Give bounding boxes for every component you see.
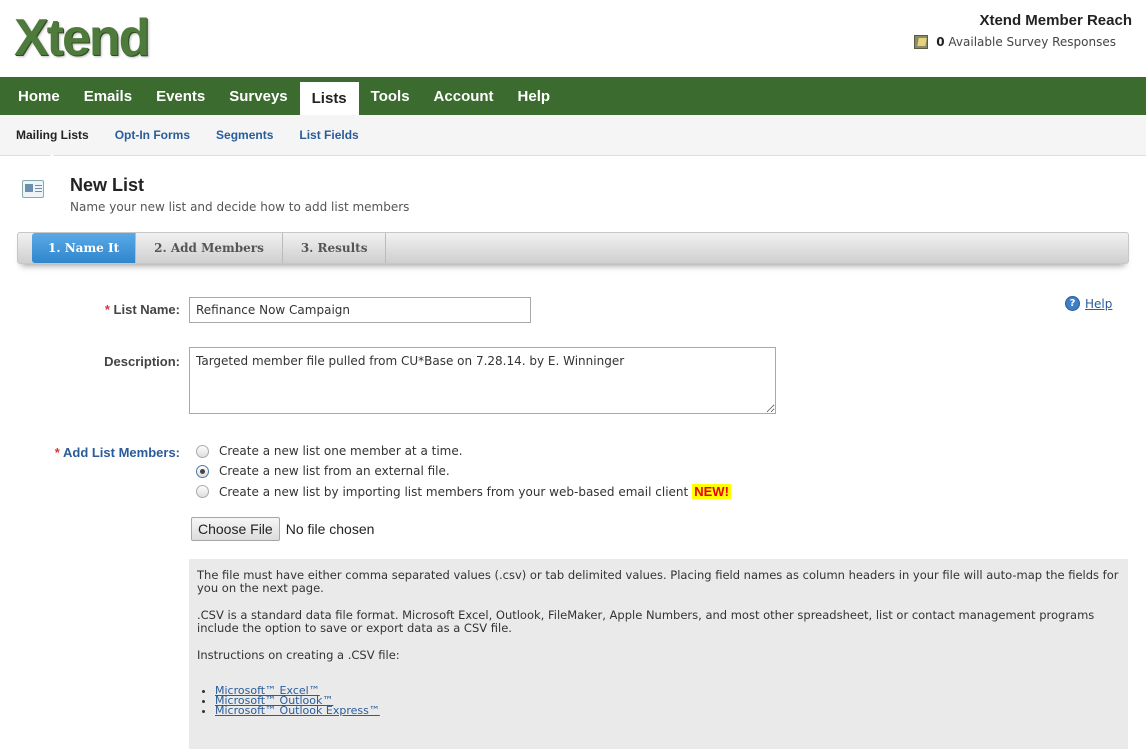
help[interactable]: ? Help: [1065, 296, 1112, 311]
nav-home[interactable]: Home: [6, 77, 72, 115]
info-paragraph: The file must have either comma separate…: [197, 568, 1119, 595]
main-nav: Home Emails Events Surveys Lists Tools A…: [0, 77, 1146, 115]
survey-responses[interactable]: 0 Available Survey Responses: [914, 35, 1116, 49]
file-status: No file chosen: [285, 521, 375, 537]
step-add-members[interactable]: 2. Add Members: [136, 233, 283, 263]
help-icon: ?: [1065, 296, 1080, 311]
option-label: Create a new list one member at a time.: [219, 444, 463, 458]
list-name-label: * List Name:: [104, 302, 180, 317]
step-results[interactable]: 3. Results: [283, 233, 387, 263]
option-web-email-import[interactable]: Create a new list by importing list memb…: [196, 484, 731, 499]
required-mark: *: [54, 445, 60, 460]
csv-info-box: The file must have either comma separate…: [189, 559, 1128, 749]
radio-web-email-import[interactable]: [196, 485, 209, 498]
option-label: Create a new list by importing list memb…: [219, 484, 689, 499]
subnav-segments[interactable]: Segments: [216, 128, 273, 142]
nav-help[interactable]: Help: [506, 77, 563, 115]
xtend-logo: Xtend: [14, 9, 150, 67]
nav-tools[interactable]: Tools: [359, 77, 422, 115]
list-item: Microsoft™ Outlook Express™: [215, 704, 1120, 717]
add-members-label: * Add List Members:: [54, 445, 180, 460]
subnav-list-fields[interactable]: List Fields: [299, 128, 358, 142]
survey-count: 0: [936, 35, 945, 49]
nav-surveys[interactable]: Surveys: [217, 77, 299, 115]
nav-lists[interactable]: Lists: [299, 82, 359, 115]
file-chooser: Choose File No file chosen: [191, 517, 374, 541]
description-textarea[interactable]: Targeted member file pulled from CU*Base…: [189, 347, 776, 414]
option-label: Create a new list from an external file.: [219, 464, 450, 478]
nav-events[interactable]: Events: [144, 77, 217, 115]
nav-emails[interactable]: Emails: [72, 77, 144, 115]
survey-icon: [914, 35, 929, 49]
csv-instructions-list: Microsoft™ Excel™ Microsoft™ Outlook™ Mi…: [197, 685, 1120, 717]
outlook-express-link[interactable]: Microsoft™ Outlook Express™: [215, 704, 380, 717]
brand-title: Xtend Member Reach: [979, 12, 1132, 29]
radio-external-file[interactable]: [196, 464, 209, 478]
subnav-mailing-lists[interactable]: Mailing Lists: [16, 128, 89, 162]
new-badge: NEW!: [692, 484, 731, 499]
choose-file-button[interactable]: Choose File: [191, 517, 280, 541]
list-item: Microsoft™ Excel™: [215, 685, 1120, 696]
option-external-file[interactable]: Create a new list from an external file.: [196, 464, 450, 478]
list-name-input[interactable]: [189, 297, 531, 323]
info-paragraph: Instructions on creating a .CSV file:: [197, 648, 400, 662]
description-label: Description:: [104, 354, 180, 369]
list-card-icon: [22, 180, 44, 198]
info-paragraph: .CSV is a standard data file format. Mic…: [197, 608, 1095, 635]
page-title: New List: [70, 175, 145, 195]
required-mark: *: [104, 302, 110, 317]
help-link[interactable]: Help: [1085, 297, 1112, 311]
sub-nav: Mailing Lists Opt-In Forms Segments List…: [0, 115, 1146, 162]
wizard-steps: 1. Name It 2. Add Members 3. Results: [17, 232, 1129, 264]
step-name-it[interactable]: 1. Name It: [32, 233, 137, 263]
radio-one-at-a-time[interactable]: [196, 444, 209, 458]
nav-account[interactable]: Account: [422, 77, 506, 115]
page-subtitle: Name your new list and decide how to add…: [70, 200, 410, 214]
survey-label: Available Survey Responses: [948, 35, 1116, 49]
subnav-opt-in-forms[interactable]: Opt-In Forms: [115, 128, 190, 142]
option-one-at-a-time[interactable]: Create a new list one member at a time.: [196, 444, 463, 458]
